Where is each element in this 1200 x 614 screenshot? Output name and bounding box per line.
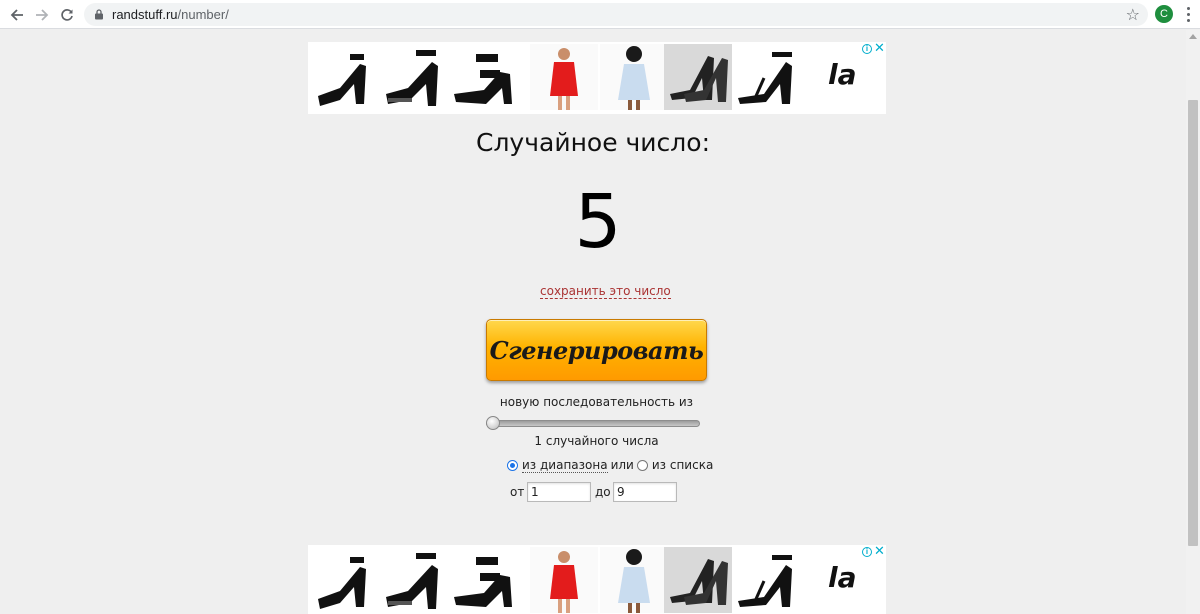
browser-toolbar: randstuff.ru/number/ ☆ C <box>0 0 1200 29</box>
ad-product-image[interactable] <box>450 44 518 110</box>
to-input[interactable]: 9 <box>613 482 677 502</box>
ad-product-image[interactable] <box>450 547 518 613</box>
count-slider[interactable] <box>486 416 700 430</box>
ad-product-image[interactable] <box>530 547 598 613</box>
ad-product-image[interactable] <box>310 547 378 613</box>
ad-product-image[interactable] <box>310 44 378 110</box>
generate-button[interactable]: Сгенерировать <box>486 319 707 381</box>
scroll-up-icon[interactable] <box>1189 34 1197 39</box>
address-bar[interactable]: randstuff.ru/number/ ☆ <box>84 3 1148 26</box>
ad-brand-logo[interactable]: la <box>828 561 857 594</box>
ad-product-image[interactable] <box>664 547 732 613</box>
ad-product-image[interactable] <box>734 547 802 613</box>
from-label: от <box>510 485 525 499</box>
random-number-display: 5 <box>574 179 622 265</box>
page-title: Случайное число: <box>476 128 710 157</box>
reload-icon[interactable] <box>56 4 78 26</box>
count-label: 1 случайного числа <box>534 434 659 448</box>
mode-selector: из диапазона или из списка <box>507 457 713 473</box>
save-number-link[interactable]: сохранить это число <box>540 284 671 299</box>
range-radio[interactable] <box>507 459 518 471</box>
range-mode-label[interactable]: из диапазона <box>522 458 608 473</box>
generate-button-label: Сгенерировать <box>489 335 704 365</box>
scroll-thumb[interactable] <box>1188 100 1198 546</box>
ad-banner-bottom[interactable]: la i ✕ <box>308 544 886 614</box>
menu-kebab-icon[interactable] <box>1183 5 1193 23</box>
from-input[interactable]: 1 <box>527 482 591 502</box>
forward-icon[interactable] <box>31 4 53 26</box>
ad-product-image[interactable] <box>600 547 668 613</box>
bookmark-star-icon[interactable]: ☆ <box>1126 5 1140 25</box>
ad-brand-logo[interactable]: la <box>828 58 857 91</box>
ad-product-image[interactable] <box>380 44 448 110</box>
or-text: или <box>610 458 634 472</box>
slider-track[interactable] <box>486 420 700 427</box>
ad-close-icon[interactable]: ✕ <box>874 41 885 55</box>
page-scrollbar[interactable] <box>1186 30 1200 614</box>
ad-info-icon[interactable]: i <box>862 547 872 557</box>
profile-avatar[interactable]: C <box>1155 5 1173 23</box>
ad-close-icon[interactable]: ✕ <box>874 544 885 558</box>
lock-icon <box>95 9 103 20</box>
ad-product-image[interactable] <box>664 44 732 110</box>
list-radio[interactable] <box>636 459 648 471</box>
ad-product-image[interactable] <box>380 547 448 613</box>
ad-product-image[interactable] <box>530 44 598 110</box>
list-mode-label[interactable]: из списка <box>652 458 713 472</box>
back-icon[interactable] <box>6 4 28 26</box>
ad-info-icon[interactable]: i <box>862 44 872 54</box>
url-text: randstuff.ru/number/ <box>112 7 229 22</box>
ad-product-image[interactable] <box>600 44 668 110</box>
sequence-label: новую последовательность из <box>499 395 694 409</box>
to-label: до <box>595 485 611 499</box>
ad-product-image[interactable] <box>734 44 802 110</box>
slider-handle[interactable] <box>486 416 500 430</box>
ad-banner-top[interactable]: la i ✕ <box>308 41 886 114</box>
